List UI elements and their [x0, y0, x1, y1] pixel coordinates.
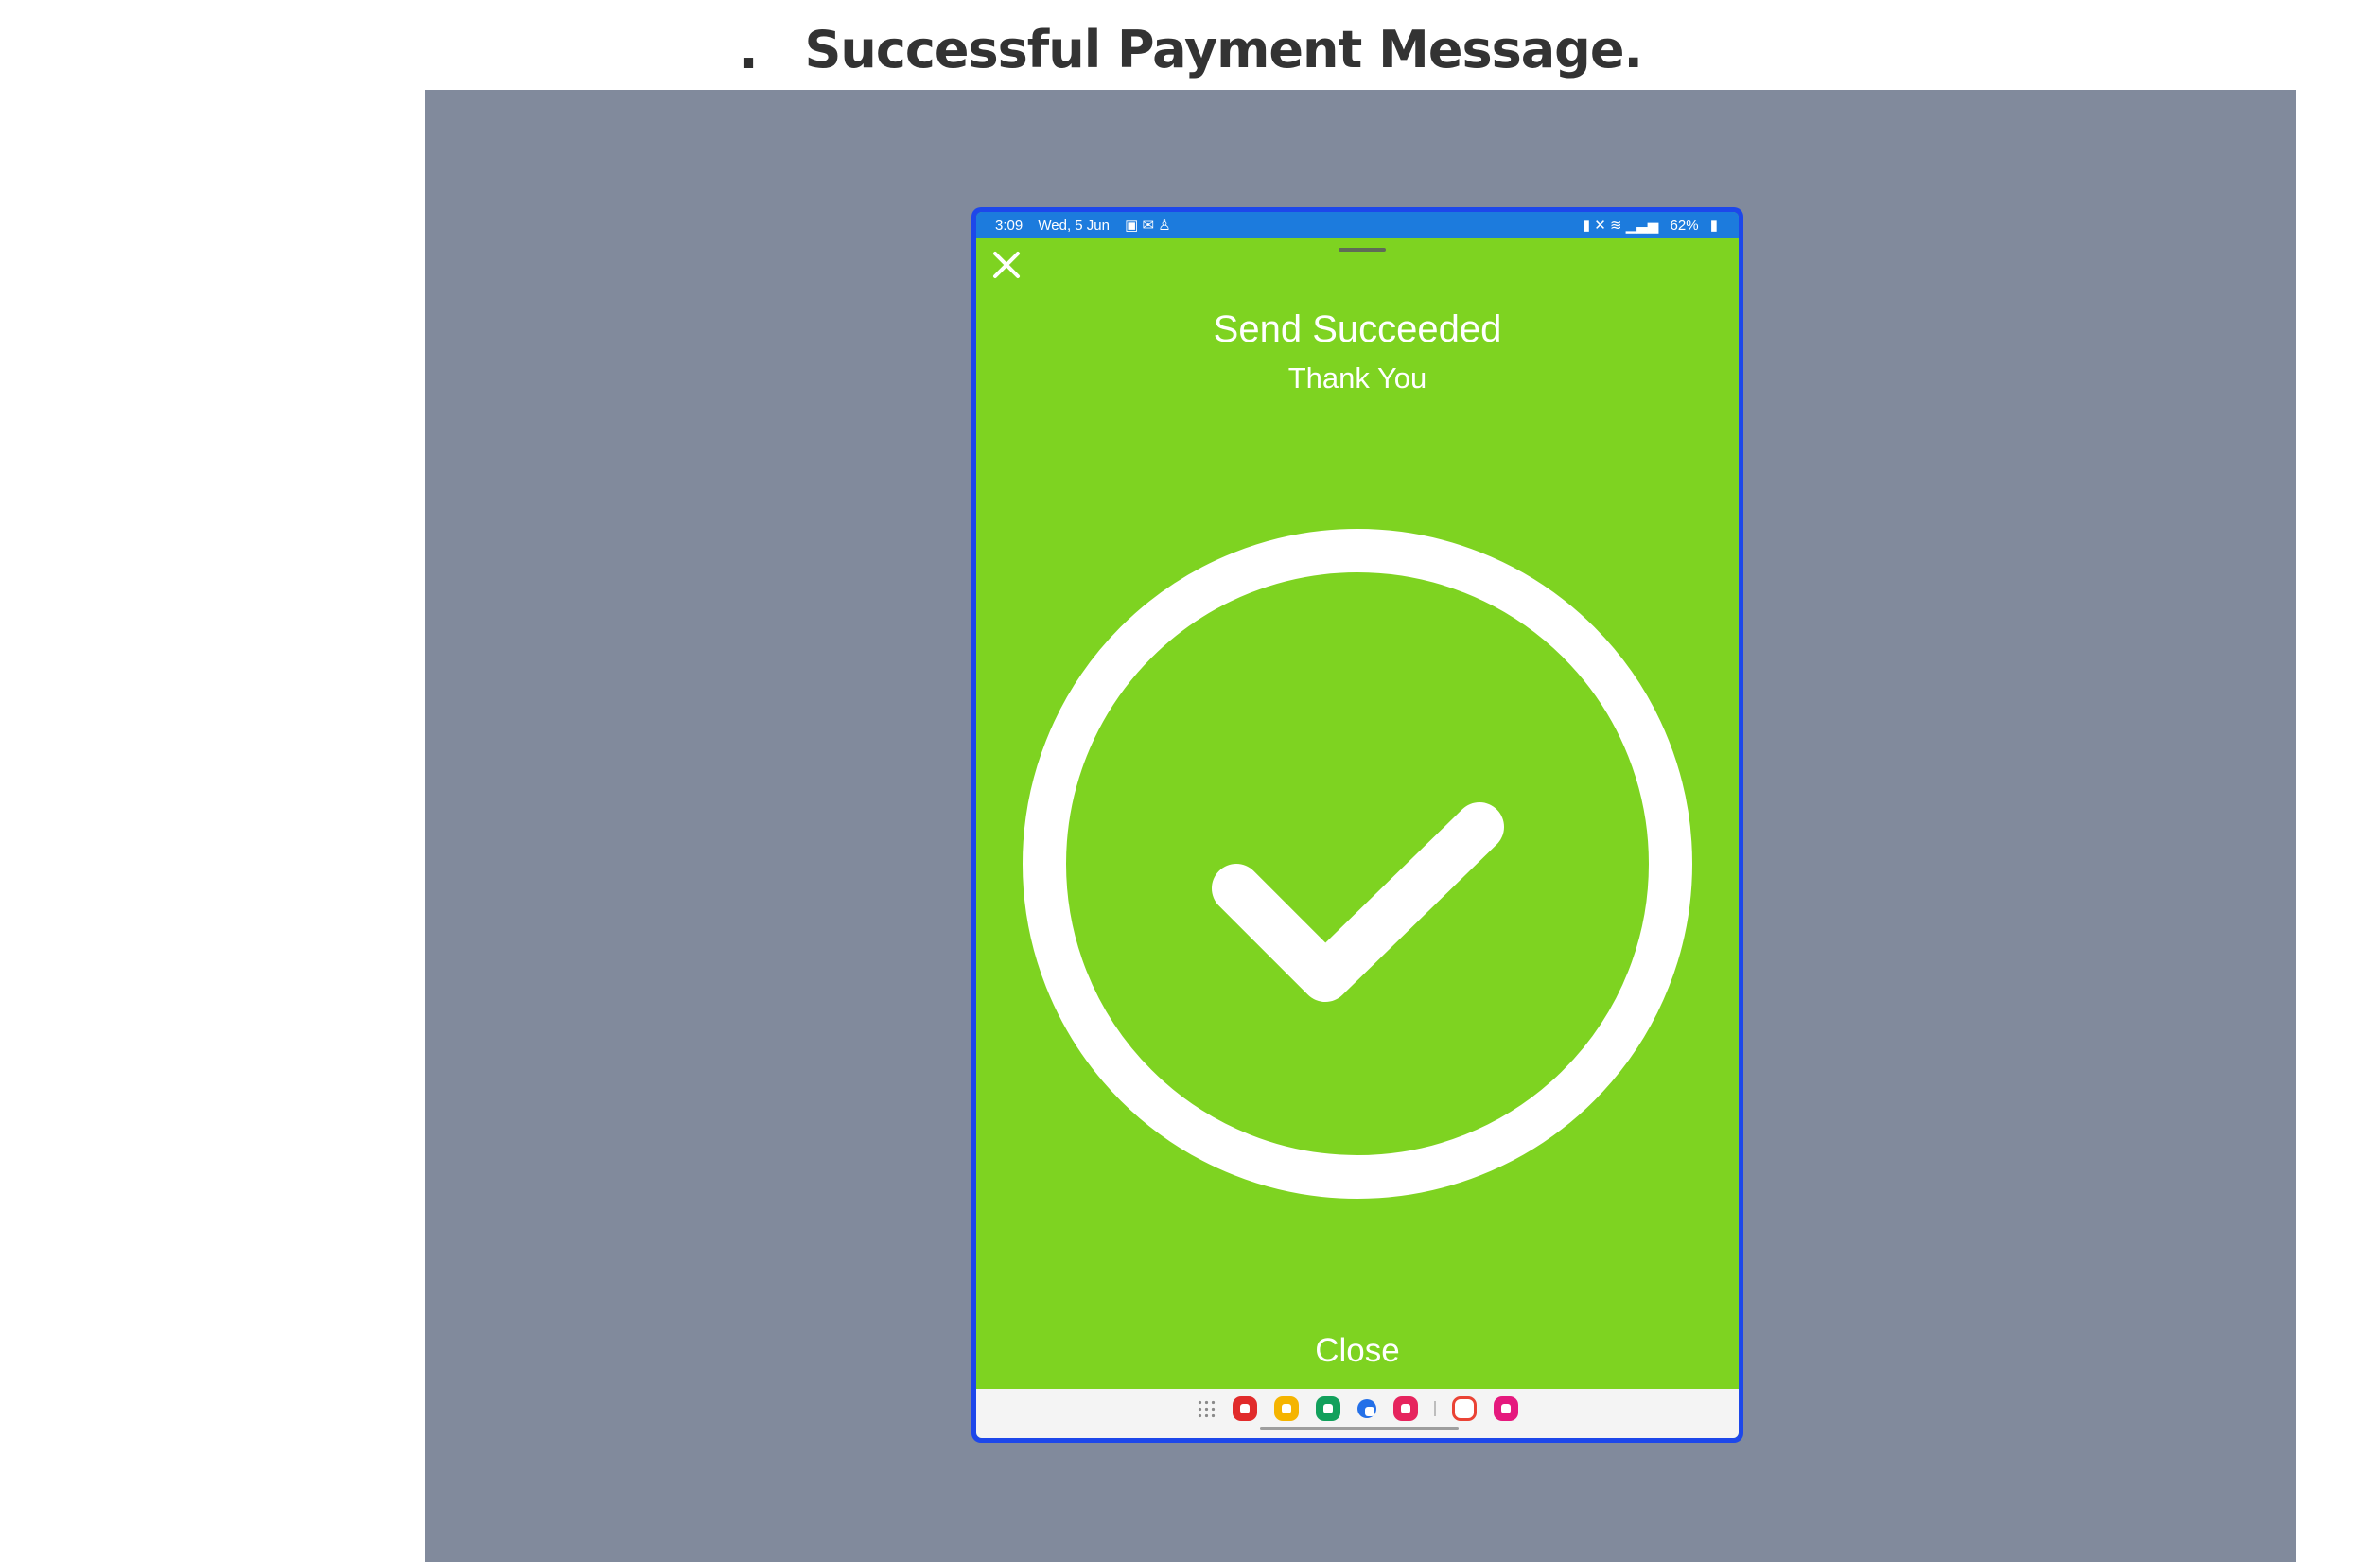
notification-icons: ▣ ✉ ♙	[1125, 218, 1171, 234]
gmail-app-icon[interactable]	[1452, 1396, 1477, 1421]
send-succeeded-title: Send Succeeded	[1213, 308, 1502, 350]
success-check-icon	[1021, 527, 1694, 1201]
battery-level: 62%	[1670, 218, 1699, 234]
flipboard-app-icon[interactable]	[1233, 1396, 1257, 1421]
heading-bullet: .	[738, 17, 760, 81]
status-date: Wed, 5 Jun	[1038, 218, 1110, 234]
section-heading: . Successful Payment Message.	[0, 17, 2380, 93]
status-bar-right: ▮ ✕ ≋ ▁▃▅ 62% ▮	[1575, 217, 1718, 234]
thank-you-subtitle: Thank You	[1287, 361, 1427, 395]
gallery-app-icon[interactable]	[1494, 1396, 1518, 1421]
messages-app-icon[interactable]	[1357, 1399, 1376, 1418]
signal-icons: ▮ ✕ ≋ ▁▃▅	[1582, 218, 1659, 234]
notes-app-icon[interactable]	[1274, 1396, 1299, 1421]
phone-app-icon[interactable]	[1316, 1396, 1340, 1421]
heading-title: Successful Payment Message.	[804, 19, 1643, 79]
close-button[interactable]: Close	[976, 1332, 1739, 1370]
battery-icon: ▮	[1709, 218, 1718, 234]
dock-icons	[976, 1396, 1739, 1421]
status-time: 3:09	[995, 218, 1024, 234]
payment-success-screen: 3:09 Wed, 5 Jun ▣ ✉ ♙ ▮ ✕ ≋ ▁▃▅ 62% ▮ Se…	[976, 212, 1739, 1438]
sheet-drag-handle[interactable]	[1339, 248, 1386, 252]
status-bar-left: 3:09 Wed, 5 Jun ▣ ✉ ♙	[995, 217, 1182, 234]
taskbar-dock	[976, 1389, 1739, 1438]
apps-grid-icon[interactable]	[1197, 1399, 1216, 1418]
status-bar: 3:09 Wed, 5 Jun ▣ ✉ ♙ ▮ ✕ ≋ ▁▃▅ 62% ▮	[976, 212, 1739, 238]
screen-recorder-app-icon[interactable]	[1393, 1396, 1418, 1421]
close-icon[interactable]	[988, 246, 1025, 284]
gesture-nav-bar[interactable]	[1260, 1427, 1459, 1430]
dock-divider	[1434, 1401, 1436, 1416]
tablet-device: 3:09 Wed, 5 Jun ▣ ✉ ♙ ▮ ✕ ≋ ▁▃▅ 62% ▮ Se…	[971, 207, 1743, 1443]
